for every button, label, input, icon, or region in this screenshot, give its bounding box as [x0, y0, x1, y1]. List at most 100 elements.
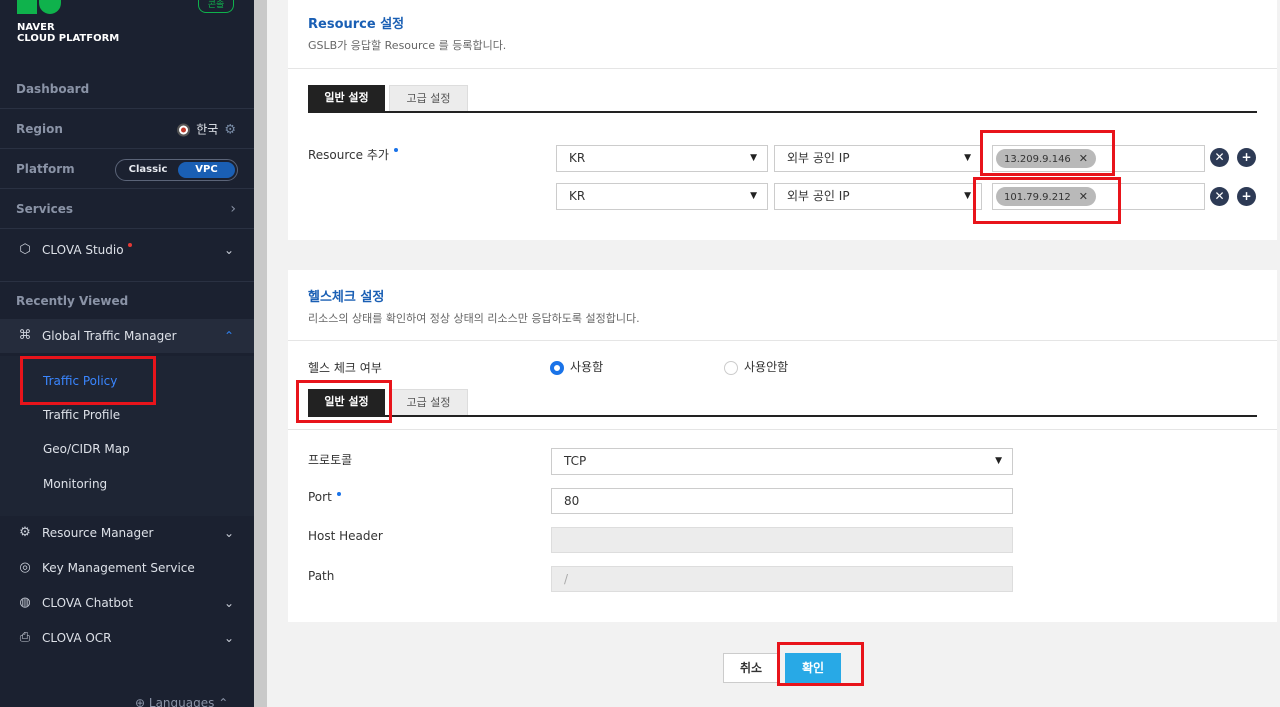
protocol-label: 프로토콜 — [308, 453, 353, 467]
resource-type-value: 외부 공인 IP — [787, 189, 850, 203]
submenu-monitoring[interactable]: Monitoring — [43, 477, 107, 491]
resource-section-title: Resource 설정 — [308, 17, 405, 32]
clova-studio-text: CLOVA Studio — [42, 243, 124, 257]
add-row-button[interactable]: + — [1237, 187, 1256, 206]
health-check-label: 헬스 체크 여부 — [308, 361, 382, 375]
chevron-up-icon: ⌃ — [223, 329, 234, 343]
add-row-button[interactable]: + — [1237, 148, 1256, 167]
resource-add-label: Resource 추가 — [308, 146, 398, 163]
logo-line1: NAVER — [17, 22, 55, 33]
tab-advanced-settings[interactable]: 고급 설정 — [389, 85, 468, 111]
resource-tabs: 일반 설정 고급 설정 — [308, 85, 1257, 113]
ip-tag-text: 101.79.9.212 — [1004, 192, 1071, 203]
submenu-geo-cidr-map[interactable]: Geo/CIDR Map — [43, 442, 130, 456]
menu-key-management[interactable]: ◎ Key Management Service — [0, 551, 254, 585]
path-label: Path — [308, 569, 335, 583]
confirm-button[interactable]: 확인 — [785, 653, 841, 683]
protocol-select[interactable]: TCP ▼ — [551, 448, 1013, 475]
radio-no-use-label: 사용안함 — [744, 360, 789, 374]
platform-vpc-option[interactable]: VPC — [178, 162, 235, 178]
platform-toggle[interactable]: Classic VPC — [115, 159, 238, 181]
platform-classic-option[interactable]: Classic — [120, 162, 176, 178]
gear-icon[interactable]: ⚙ — [224, 122, 236, 137]
region-value: KR — [569, 151, 586, 165]
divider — [288, 340, 1277, 341]
resource-type-value: 외부 공인 IP — [787, 151, 850, 165]
radio-use[interactable]: 사용함 — [550, 358, 603, 375]
health-tabs: 일반 설정 고급 설정 — [308, 389, 1257, 417]
remove-row-button[interactable]: ✕ — [1210, 148, 1229, 167]
gtm-submenu: Traffic Policy Traffic Profile Geo/CIDR … — [0, 356, 254, 516]
radio-no-use[interactable]: 사용안함 — [724, 358, 788, 375]
menu-clova-ocr[interactable]: ⎙ CLOVA OCR ⌄ — [0, 621, 254, 655]
port-input[interactable]: 80 — [551, 488, 1013, 514]
submenu-traffic-policy[interactable]: Traffic Policy — [43, 374, 117, 388]
dashboard-label: Dashboard — [16, 81, 90, 96]
ip-tag: 13.209.9.146 ✕ — [996, 149, 1097, 168]
ip-tag-input[interactable]: 101.79.9.212 ✕ — [992, 183, 1205, 210]
chevron-down-icon: ⌄ — [223, 526, 234, 540]
region-select[interactable]: KR ▼ — [556, 183, 768, 210]
cancel-button[interactable]: 취소 — [723, 653, 779, 683]
required-dot — [336, 492, 341, 496]
languages-selector[interactable]: ⊕ Languages ⌃ — [135, 696, 228, 707]
logo-text: NAVER CLOUD PLATFORM — [17, 22, 119, 44]
region-select[interactable]: KR ▼ — [556, 145, 768, 172]
resource-type-select[interactable]: 외부 공인 IP ▼ — [774, 183, 982, 210]
sidebar-services[interactable]: Services › — [0, 189, 254, 229]
clova-chatbot-label: CLOVA Chatbot — [42, 596, 134, 610]
close-icon[interactable]: ✕ — [1079, 190, 1088, 203]
region-label: Region — [16, 121, 63, 136]
menu-resource-manager[interactable]: ⚙ Resource Manager ⌄ — [0, 516, 254, 550]
region-value: 한국 — [196, 122, 219, 136]
globe-icon: ⊕ — [135, 696, 146, 707]
caret-down-icon: ▼ — [750, 153, 757, 163]
console-badge[interactable]: 콘솔 — [198, 0, 234, 13]
path-input[interactable]: / — [551, 566, 1013, 592]
tab-general-settings[interactable]: 일반 설정 — [308, 389, 385, 415]
services-label: Services — [16, 201, 74, 216]
new-dot — [127, 243, 132, 247]
caret-down-icon: ▼ — [995, 456, 1002, 466]
region-value: KR — [569, 189, 586, 203]
network-icon: ⌘ — [18, 328, 32, 343]
host-header-label: Host Header — [308, 529, 383, 543]
caret-down-icon: ▼ — [750, 191, 757, 201]
remove-row-button[interactable]: ✕ — [1210, 187, 1229, 206]
fingerprint-icon: ◎ — [19, 560, 31, 575]
korea-flag-icon — [177, 123, 191, 136]
ip-tag-input[interactable]: 13.209.9.146 ✕ — [992, 145, 1205, 172]
divider — [288, 68, 1277, 69]
protocol-value: TCP — [564, 454, 587, 468]
divider — [288, 429, 1277, 430]
health-check-card: 헬스체크 설정 리소스의 상태를 확인하여 정상 상태의 리소스만 응답하도록 … — [288, 270, 1277, 622]
chevron-right-icon: › — [230, 200, 236, 217]
tab-advanced-settings[interactable]: 고급 설정 — [389, 389, 468, 415]
languages-label: Languages — [148, 696, 215, 707]
required-dot — [393, 148, 398, 152]
sidebar-scrollbar[interactable] — [254, 0, 267, 707]
port-text: Port — [308, 490, 332, 504]
sidebar-recently-viewed: Recently Viewed — [0, 281, 254, 321]
resource-section-desc: GSLB가 응답할 Resource 를 등록합니다. — [308, 39, 507, 52]
tab-general-settings[interactable]: 일반 설정 — [308, 85, 385, 111]
submenu-traffic-profile[interactable]: Traffic Profile — [43, 408, 120, 422]
document-scan-icon: ⎙ — [19, 630, 31, 645]
ip-tag-text: 13.209.9.146 — [1004, 154, 1071, 165]
chevron-down-icon: ⌄ — [223, 243, 234, 257]
close-icon[interactable]: ✕ — [1079, 152, 1088, 165]
key-management-label: Key Management Service — [42, 561, 195, 575]
menu-clova-chatbot[interactable]: ◍ CLOVA Chatbot ⌄ — [0, 586, 254, 620]
caret-down-icon: ▼ — [964, 191, 971, 201]
sidebar: NAVER CLOUD PLATFORM 콘솔 Dashboard Region… — [0, 0, 254, 707]
port-label: Port — [308, 490, 341, 504]
resource-settings-card: Resource 설정 GSLB가 응답할 Resource 를 등록합니다. … — [288, 0, 1277, 240]
menu-clova-studio[interactable]: ⬡ CLOVA Studio ⌄ — [0, 233, 254, 267]
health-section-title: 헬스체크 설정 — [308, 290, 385, 305]
host-header-input[interactable] — [551, 527, 1013, 553]
sidebar-dashboard[interactable]: Dashboard — [0, 69, 254, 109]
region-selector[interactable]: 한국 ⚙ — [177, 120, 236, 137]
resource-type-select[interactable]: 외부 공인 IP ▼ — [774, 145, 982, 172]
gear-cluster-icon: ⚙ — [19, 525, 31, 540]
menu-global-traffic-manager[interactable]: ⌘ Global Traffic Manager ⌃ — [0, 319, 254, 353]
